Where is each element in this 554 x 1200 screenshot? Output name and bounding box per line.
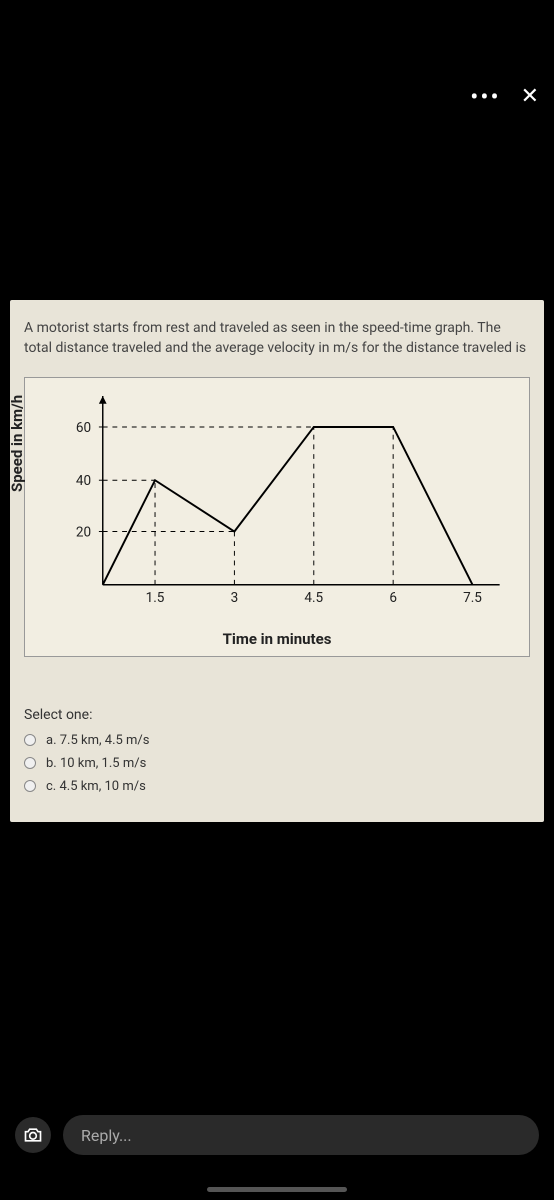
- select-one-label: Select one:: [24, 707, 530, 723]
- y-axis-label: Speed in km/h: [8, 394, 26, 491]
- y-tick-40: 40: [76, 473, 91, 489]
- speed-time-chart: Speed in km/h 20 40 60 1.5 3 4.5 6 7.5: [24, 377, 530, 657]
- option-label: b. 10 km, 1.5 m/s: [46, 756, 146, 771]
- reply-input[interactable]: Reply...: [63, 1115, 539, 1155]
- camera-icon: [23, 1125, 43, 1145]
- radio-icon[interactable]: [24, 757, 36, 769]
- question-card: A motorist starts from rest and traveled…: [10, 300, 544, 822]
- option-c[interactable]: c. 4.5 km, 10 m/s: [24, 779, 530, 794]
- radio-icon[interactable]: [24, 780, 36, 792]
- close-icon[interactable]: ✕: [521, 86, 539, 108]
- home-indicator[interactable]: [207, 1187, 347, 1192]
- x-tick-2: 3: [231, 590, 239, 606]
- option-label: c. 4.5 km, 10 m/s: [46, 779, 146, 794]
- y-tick-20: 20: [76, 524, 91, 540]
- option-label: a. 7.5 km, 4.5 m/s: [46, 733, 150, 748]
- x-tick-3: 4.5: [304, 590, 323, 606]
- y-tick-60: 60: [76, 419, 91, 435]
- radio-icon[interactable]: [24, 734, 36, 746]
- x-tick-1: 1.5: [146, 590, 165, 606]
- top-bar: ••• ✕: [470, 85, 539, 109]
- x-tick-4: 6: [389, 590, 397, 606]
- camera-button[interactable]: [15, 1117, 51, 1153]
- chart-svg: 20 40 60 1.5 3 4.5 6 7.5: [35, 388, 519, 646]
- option-b[interactable]: b. 10 km, 1.5 m/s: [24, 756, 530, 771]
- question-text: A motorist starts from rest and traveled…: [24, 318, 530, 359]
- reply-bar: Reply...: [15, 1115, 539, 1155]
- x-axis-label: Time in minutes: [223, 630, 332, 648]
- x-tick-5: 7.5: [463, 590, 482, 606]
- option-a[interactable]: a. 7.5 km, 4.5 m/s: [24, 733, 530, 748]
- reply-placeholder: Reply...: [81, 1126, 132, 1145]
- more-icon[interactable]: •••: [470, 85, 500, 109]
